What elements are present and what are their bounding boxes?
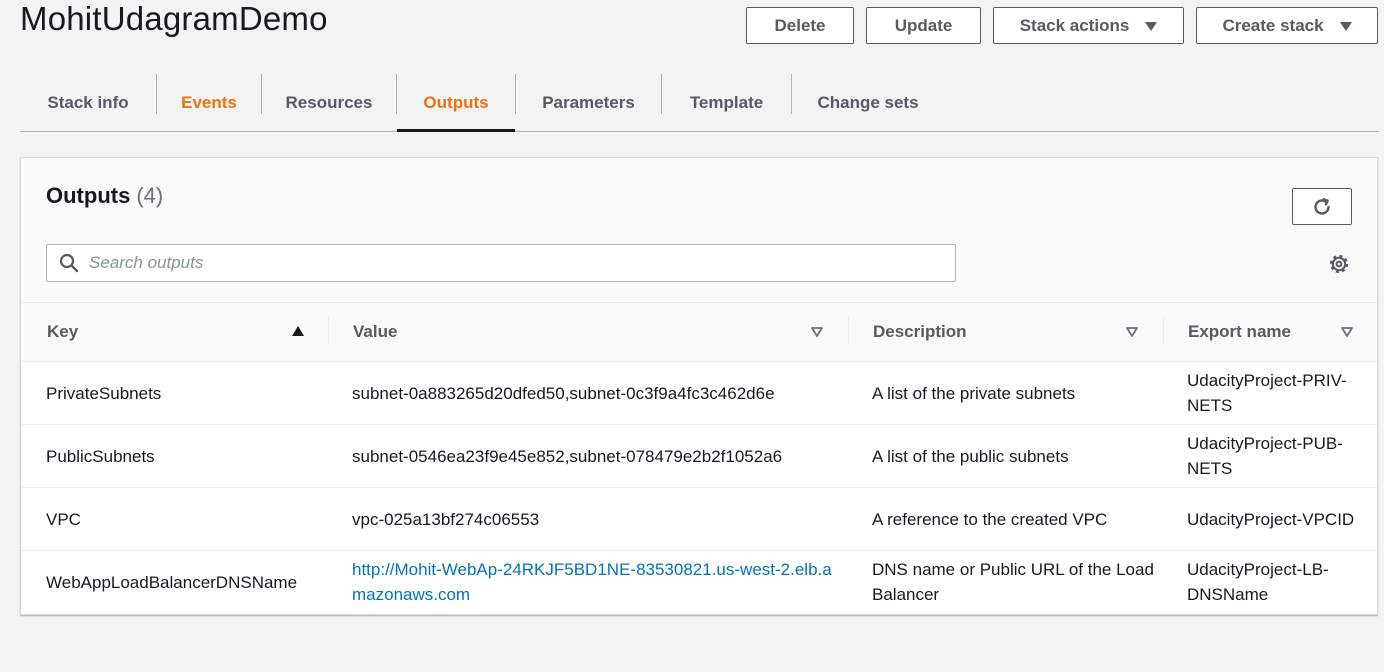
cell-value: subnet-0546ea23f9e45e852,subnet-078479e2…	[352, 446, 783, 466]
outputs-panel-header: Outputs (4)	[21, 158, 1377, 303]
cell-key: WebAppLoadBalancerDNSName	[46, 572, 298, 592]
sort-filter-icon[interactable]	[1125, 326, 1139, 338]
search-box	[46, 244, 956, 282]
tab-label: Template	[689, 92, 764, 112]
tab-label: Parameters	[542, 92, 635, 112]
column-header-key[interactable]: Key	[47, 303, 78, 361]
tab-bar: Stack info Events Resources Outputs Para…	[20, 74, 1379, 132]
sort-ascending-icon[interactable]	[291, 325, 305, 337]
column-header-description[interactable]: Description	[873, 303, 967, 361]
update-button[interactable]: Update	[866, 7, 981, 44]
column-label: Export name	[1188, 322, 1291, 341]
caret-down-icon	[1339, 21, 1352, 31]
cell-value: vpc-025a13bf274c06553	[352, 509, 540, 529]
cell-value: subnet-0a883265d20dfed50,subnet-0c3f9a4f…	[352, 383, 775, 403]
gear-icon[interactable]	[1327, 252, 1351, 276]
tab-change-sets[interactable]: Change sets	[792, 74, 944, 131]
tab-label: Change sets	[817, 92, 919, 112]
refresh-button[interactable]	[1292, 188, 1352, 225]
column-label: Description	[873, 322, 967, 341]
tab-events[interactable]: Events	[157, 74, 261, 131]
create-stack-button[interactable]: Create stack	[1196, 7, 1378, 44]
tab-stack-info[interactable]: Stack info	[20, 74, 156, 131]
refresh-icon	[1314, 197, 1330, 215]
cell-description: A reference to the created VPC	[872, 509, 1108, 529]
column-divider	[328, 317, 329, 345]
cell-export-name: UdacityProject-VPCID	[1187, 509, 1355, 529]
table-row: PublicSubnets subnet-0546ea23f9e45e852,s…	[21, 425, 1377, 488]
cell-key: PrivateSubnets	[46, 383, 162, 403]
tab-outputs[interactable]: Outputs	[397, 74, 515, 132]
column-header-value[interactable]: Value	[353, 303, 397, 361]
search-input[interactable]	[89, 253, 909, 273]
outputs-panel: Outputs(4) Key V	[20, 157, 1378, 615]
table-row: WebAppLoadBalancerDNSName http://Mohit-W…	[21, 551, 1377, 614]
table-row: VPC vpc-025a13bf274c06553 A reference to…	[21, 488, 1377, 551]
stack-actions-label: Stack actions	[1019, 15, 1130, 35]
column-divider	[848, 317, 849, 345]
tab-label: Resources	[285, 92, 373, 112]
cell-export-name: UdacityProject-LB-DNSName	[1187, 560, 1329, 604]
update-button-label: Update	[894, 15, 953, 35]
page-title: MohitUdagramDemo	[20, 0, 328, 37]
sort-filter-icon[interactable]	[810, 326, 824, 338]
tab-label: Events	[181, 92, 237, 112]
delete-button-label: Delete	[774, 15, 826, 35]
sort-filter-icon[interactable]	[1340, 326, 1354, 338]
stack-actions-button[interactable]: Stack actions	[993, 7, 1184, 44]
outputs-title-text: Outputs	[46, 183, 131, 208]
outputs-count: (4)	[136, 183, 164, 208]
column-divider	[1163, 317, 1164, 345]
tab-template[interactable]: Template	[662, 74, 791, 131]
table-row: PrivateSubnets subnet-0a883265d20dfed50,…	[21, 362, 1377, 425]
delete-button[interactable]: Delete	[746, 7, 854, 44]
cell-key: VPC	[46, 509, 81, 529]
column-label: Key	[47, 322, 79, 341]
column-header-export-name[interactable]: Export name	[1188, 303, 1291, 361]
tab-label: Stack info	[47, 92, 129, 112]
tab-label: Outputs	[423, 92, 489, 112]
column-label: Value	[353, 322, 398, 341]
search-icon	[59, 253, 79, 273]
table-header: Key Value Description Export name	[21, 303, 1377, 362]
cell-export-name: UdacityProject-PUB-NETS	[1187, 434, 1343, 478]
cell-value-link[interactable]: http://Mohit-WebAp-24RKJF5BD1NE-83530821…	[352, 551, 842, 613]
cell-description: DNS name or Public URL of the Load Balan…	[872, 560, 1154, 604]
tab-resources[interactable]: Resources	[262, 74, 396, 131]
cell-description: A list of the public subnets	[872, 446, 1069, 466]
cell-key: PublicSubnets	[46, 446, 155, 466]
tab-parameters[interactable]: Parameters	[516, 74, 661, 131]
cell-export-name: UdacityProject-PRIV-NETS	[1187, 371, 1347, 415]
caret-down-icon	[1145, 21, 1158, 31]
outputs-title: Outputs (4)	[46, 183, 163, 209]
create-stack-label: Create stack	[1222, 15, 1324, 35]
cell-description: A list of the private subnets	[872, 383, 1076, 403]
